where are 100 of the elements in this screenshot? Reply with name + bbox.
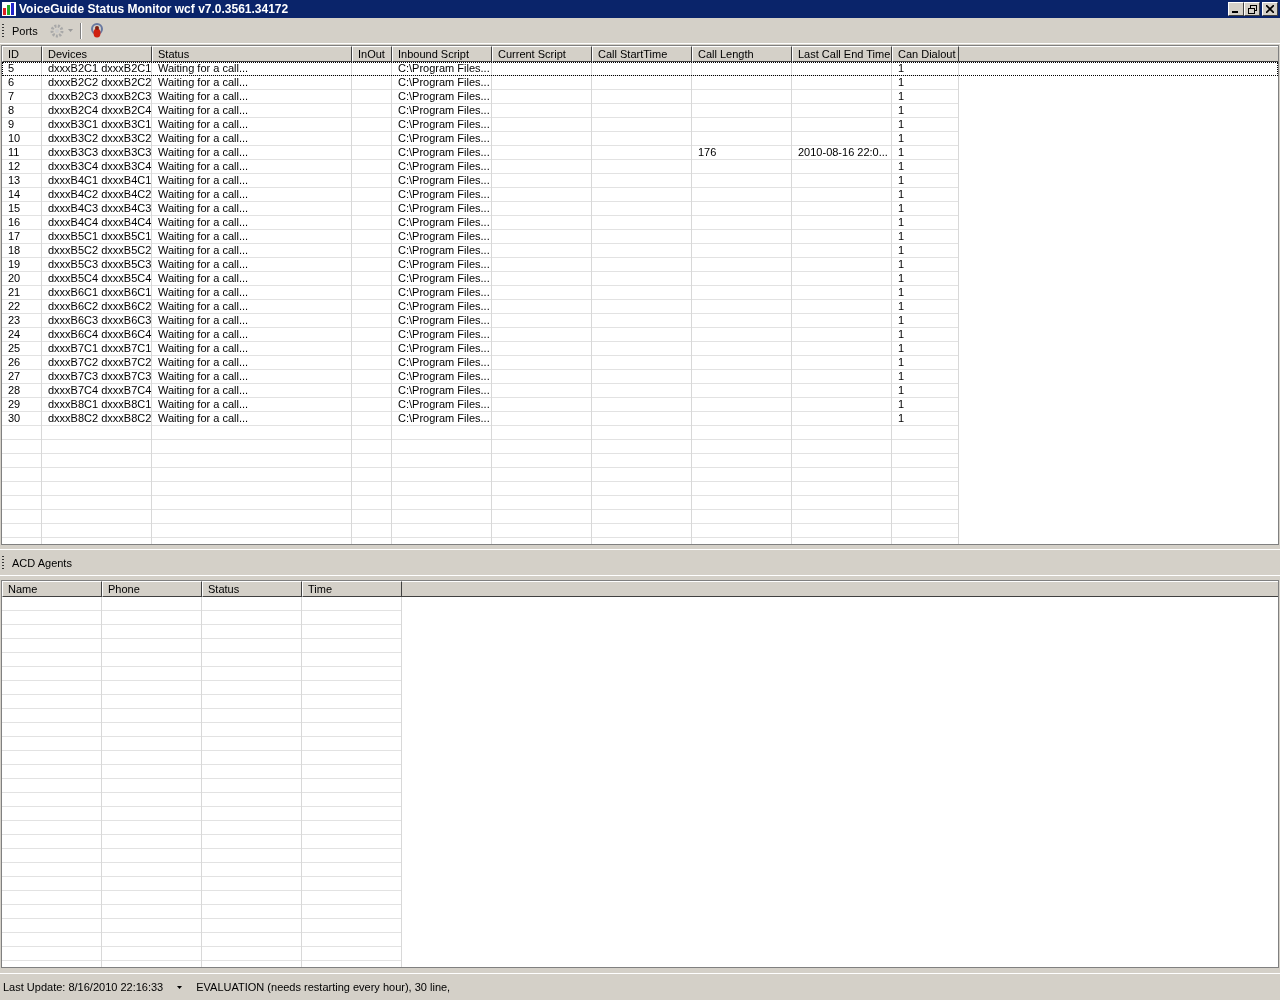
table-row[interactable]: 7 dxxxB2C3 dxxxB2C3 Waiting for a call... C:\Program Files... 1 <box>2 90 1278 104</box>
column-header[interactable]: Inbound Script <box>392 46 492 62</box>
table-row[interactable]: 18 dxxxB5C2 dxxxB5C2 Waiting for a call... C:\Program Files... 1 <box>2 244 1278 258</box>
table-cell: 24 <box>8 328 21 340</box>
table-cell: 6 <box>8 76 15 88</box>
table-cell: dxxxB6C2 dxxxB6C2 <box>48 300 152 312</box>
table-cell: dxxxB7C2 dxxxB7C2 <box>48 356 152 368</box>
table-cell: 28 <box>8 384 21 396</box>
minimize-button[interactable] <box>1228 2 1244 16</box>
column-header[interactable]: Current Script <box>492 46 592 62</box>
table-cell: 1 <box>898 398 905 410</box>
table-row[interactable]: 25 dxxxB7C1 dxxxB7C1 Waiting for a call... C:\Program Files... 1 <box>2 342 1278 356</box>
table-cell: 22 <box>8 300 21 312</box>
table-row[interactable]: 17 dxxxB5C1 dxxxB5C1 Waiting for a call... C:\Program Files... 1 <box>2 230 1278 244</box>
table-row[interactable]: 28 dxxxB7C4 dxxxB7C4 Waiting for a call... C:\Program Files... 1 <box>2 384 1278 398</box>
table-cell: dxxxB6C1 dxxxB6C1 <box>48 286 152 298</box>
table-cell: Waiting for a call... <box>158 230 249 242</box>
table-cell: C:\Program Files... <box>398 314 490 326</box>
table-cell: Waiting for a call... <box>158 146 249 158</box>
table-cell: Waiting for a call... <box>158 384 249 396</box>
table-cell: 1 <box>898 202 905 214</box>
table-cell: 1 <box>898 328 905 340</box>
table-cell: 26 <box>8 356 21 368</box>
table-cell: 1 <box>898 90 905 102</box>
column-header[interactable]: ID <box>2 46 42 62</box>
table-cell: Waiting for a call... <box>158 244 249 256</box>
table-cell: C:\Program Files... <box>398 90 490 102</box>
column-header[interactable]: Can Dialout <box>892 46 959 62</box>
table-cell: 1 <box>898 300 905 312</box>
table-cell: Waiting for a call... <box>158 314 249 326</box>
table-row[interactable]: 20 dxxxB5C4 dxxxB5C4 Waiting for a call... C:\Program Files... 1 <box>2 272 1278 286</box>
table-row[interactable]: 10 dxxxB3C2 dxxxB3C2 Waiting for a call... C:\Program Files... 1 <box>2 132 1278 146</box>
column-header[interactable]: Call StartTime <box>592 46 692 62</box>
table-row[interactable]: 12 dxxxB3C4 dxxxB3C4 Waiting for a call... C:\Program Files... 1 <box>2 160 1278 174</box>
column-header[interactable]: Devices <box>42 46 152 62</box>
table-cell: C:\Program Files... <box>398 300 490 312</box>
dropdown-arrow-icon[interactable] <box>177 985 183 989</box>
table-row[interactable]: 5 dxxxB2C1 dxxxB2C1 Waiting for a call... C:\Program Files... 1 <box>2 62 1278 76</box>
table-cell: C:\Program Files... <box>398 342 490 354</box>
column-header[interactable]: Name <box>2 581 102 597</box>
table-row[interactable]: 19 dxxxB5C3 dxxxB5C3 Waiting for a call... C:\Program Files... 1 <box>2 258 1278 272</box>
table-row[interactable]: 23 dxxxB6C3 dxxxB6C3 Waiting for a call... C:\Program Files... 1 <box>2 314 1278 328</box>
table-row[interactable]: 24 dxxxB6C4 dxxxB6C4 Waiting for a call... C:\Program Files... 1 <box>2 328 1278 342</box>
table-cell: 1 <box>898 356 905 368</box>
table-row[interactable]: 14 dxxxB4C2 dxxxB4C2 Waiting for a call... C:\Program Files... 1 <box>2 188 1278 202</box>
table-cell: 20 <box>8 272 21 284</box>
table-row[interactable]: 21 dxxxB6C1 dxxxB6C1 Waiting for a call... C:\Program Files... 1 <box>2 286 1278 300</box>
toolbar-label: ACD Agents <box>11 556 73 569</box>
table-cell: C:\Program Files... <box>398 244 490 256</box>
column-header[interactable]: Status <box>202 581 302 597</box>
table-cell: 1 <box>898 258 905 270</box>
table-row[interactable]: 6 dxxxB2C2 dxxxB2C2 Waiting for a call... C:\Program Files... 1 <box>2 76 1278 90</box>
table-row[interactable]: 8 dxxxB2C4 dxxxB2C4 Waiting for a call... C:\Program Files... 1 <box>2 104 1278 118</box>
table-cell: dxxxB5C4 dxxxB5C4 <box>48 272 152 284</box>
table-cell: Waiting for a call... <box>158 62 249 74</box>
table-cell: 1 <box>898 160 905 172</box>
restore-button[interactable] <box>1244 2 1260 16</box>
table-row[interactable]: 9 dxxxB3C1 dxxxB3C1 Waiting for a call... C:\Program Files... 1 <box>2 118 1278 132</box>
column-header[interactable]: Last Call End Time <box>792 46 892 62</box>
table-cell: dxxxB8C1 dxxxB8C1 <box>48 398 152 410</box>
table-cell: 23 <box>8 314 21 326</box>
table-cell: dxxxB3C4 dxxxB3C4 <box>48 160 152 172</box>
table-row[interactable]: 27 dxxxB7C3 dxxxB7C3 Waiting for a call... C:\Program Files... 1 <box>2 370 1278 384</box>
table-cell: dxxxB7C3 dxxxB7C3 <box>48 370 152 382</box>
table-cell: 1 <box>898 76 905 88</box>
table-cell: 21 <box>8 286 21 298</box>
table-cell: Waiting for a call... <box>158 118 249 130</box>
bar-chart-icon <box>2 2 16 16</box>
table-cell: Waiting for a call... <box>158 76 249 88</box>
column-header[interactable]: Status <box>152 46 352 62</box>
table-cell: Waiting for a call... <box>158 370 249 382</box>
table-cell: Waiting for a call... <box>158 328 249 340</box>
table-cell: dxxxB6C3 dxxxB6C3 <box>48 314 152 326</box>
table-cell: 1 <box>898 286 905 298</box>
table-row[interactable]: 11 dxxxB3C3 dxxxB3C3 Waiting for a call... C:\Program Files... 176 2010-08-16 22:0... 1 <box>2 146 1278 160</box>
table-row[interactable]: 26 dxxxB7C2 dxxxB7C2 Waiting for a call... C:\Program Files... 1 <box>2 356 1278 370</box>
table-cell: Waiting for a call... <box>158 90 249 102</box>
gear-icon <box>48 22 65 39</box>
table-cell: C:\Program Files... <box>398 132 490 144</box>
close-button[interactable] <box>1262 2 1278 16</box>
column-header[interactable]: Phone <box>102 581 202 597</box>
table-cell: 1 <box>898 384 905 396</box>
table-row[interactable]: 29 dxxxB8C1 dxxxB8C1 Waiting for a call... C:\Program Files... 1 <box>2 398 1278 412</box>
table-cell: Waiting for a call... <box>158 160 249 172</box>
table-cell: dxxxB2C2 dxxxB2C2 <box>48 76 152 88</box>
table-row[interactable]: 22 dxxxB6C2 dxxxB6C2 Waiting for a call... C:\Program Files... 1 <box>2 300 1278 314</box>
table-cell: C:\Program Files... <box>398 104 490 116</box>
table-cell: dxxxB4C2 dxxxB4C2 <box>48 188 152 200</box>
table-cell: Waiting for a call... <box>158 272 249 284</box>
table-cell: dxxxB8C2 dxxxB8C2 <box>48 412 152 424</box>
table-row[interactable]: 15 dxxxB4C3 dxxxB4C3 Waiting for a call... C:\Program Files... 1 <box>2 202 1278 216</box>
table-row[interactable]: 30 dxxxB8C2 dxxxB8C2 Waiting for a call... C:\Program Files... 1 <box>2 412 1278 426</box>
table-row[interactable]: 16 dxxxB4C4 dxxxB4C4 Waiting for a call... C:\Program Files... 1 <box>2 216 1278 230</box>
table-cell: C:\Program Files... <box>398 286 490 298</box>
column-header[interactable]: Call Length <box>692 46 792 62</box>
table-row[interactable]: 13 dxxxB4C1 dxxxB4C1 Waiting for a call... C:\Program Files... 1 <box>2 174 1278 188</box>
column-header[interactable]: Time <box>302 581 402 597</box>
table-cell: 16 <box>8 216 21 228</box>
table-cell: Waiting for a call... <box>158 412 249 424</box>
column-header[interactable]: InOut <box>352 46 392 62</box>
